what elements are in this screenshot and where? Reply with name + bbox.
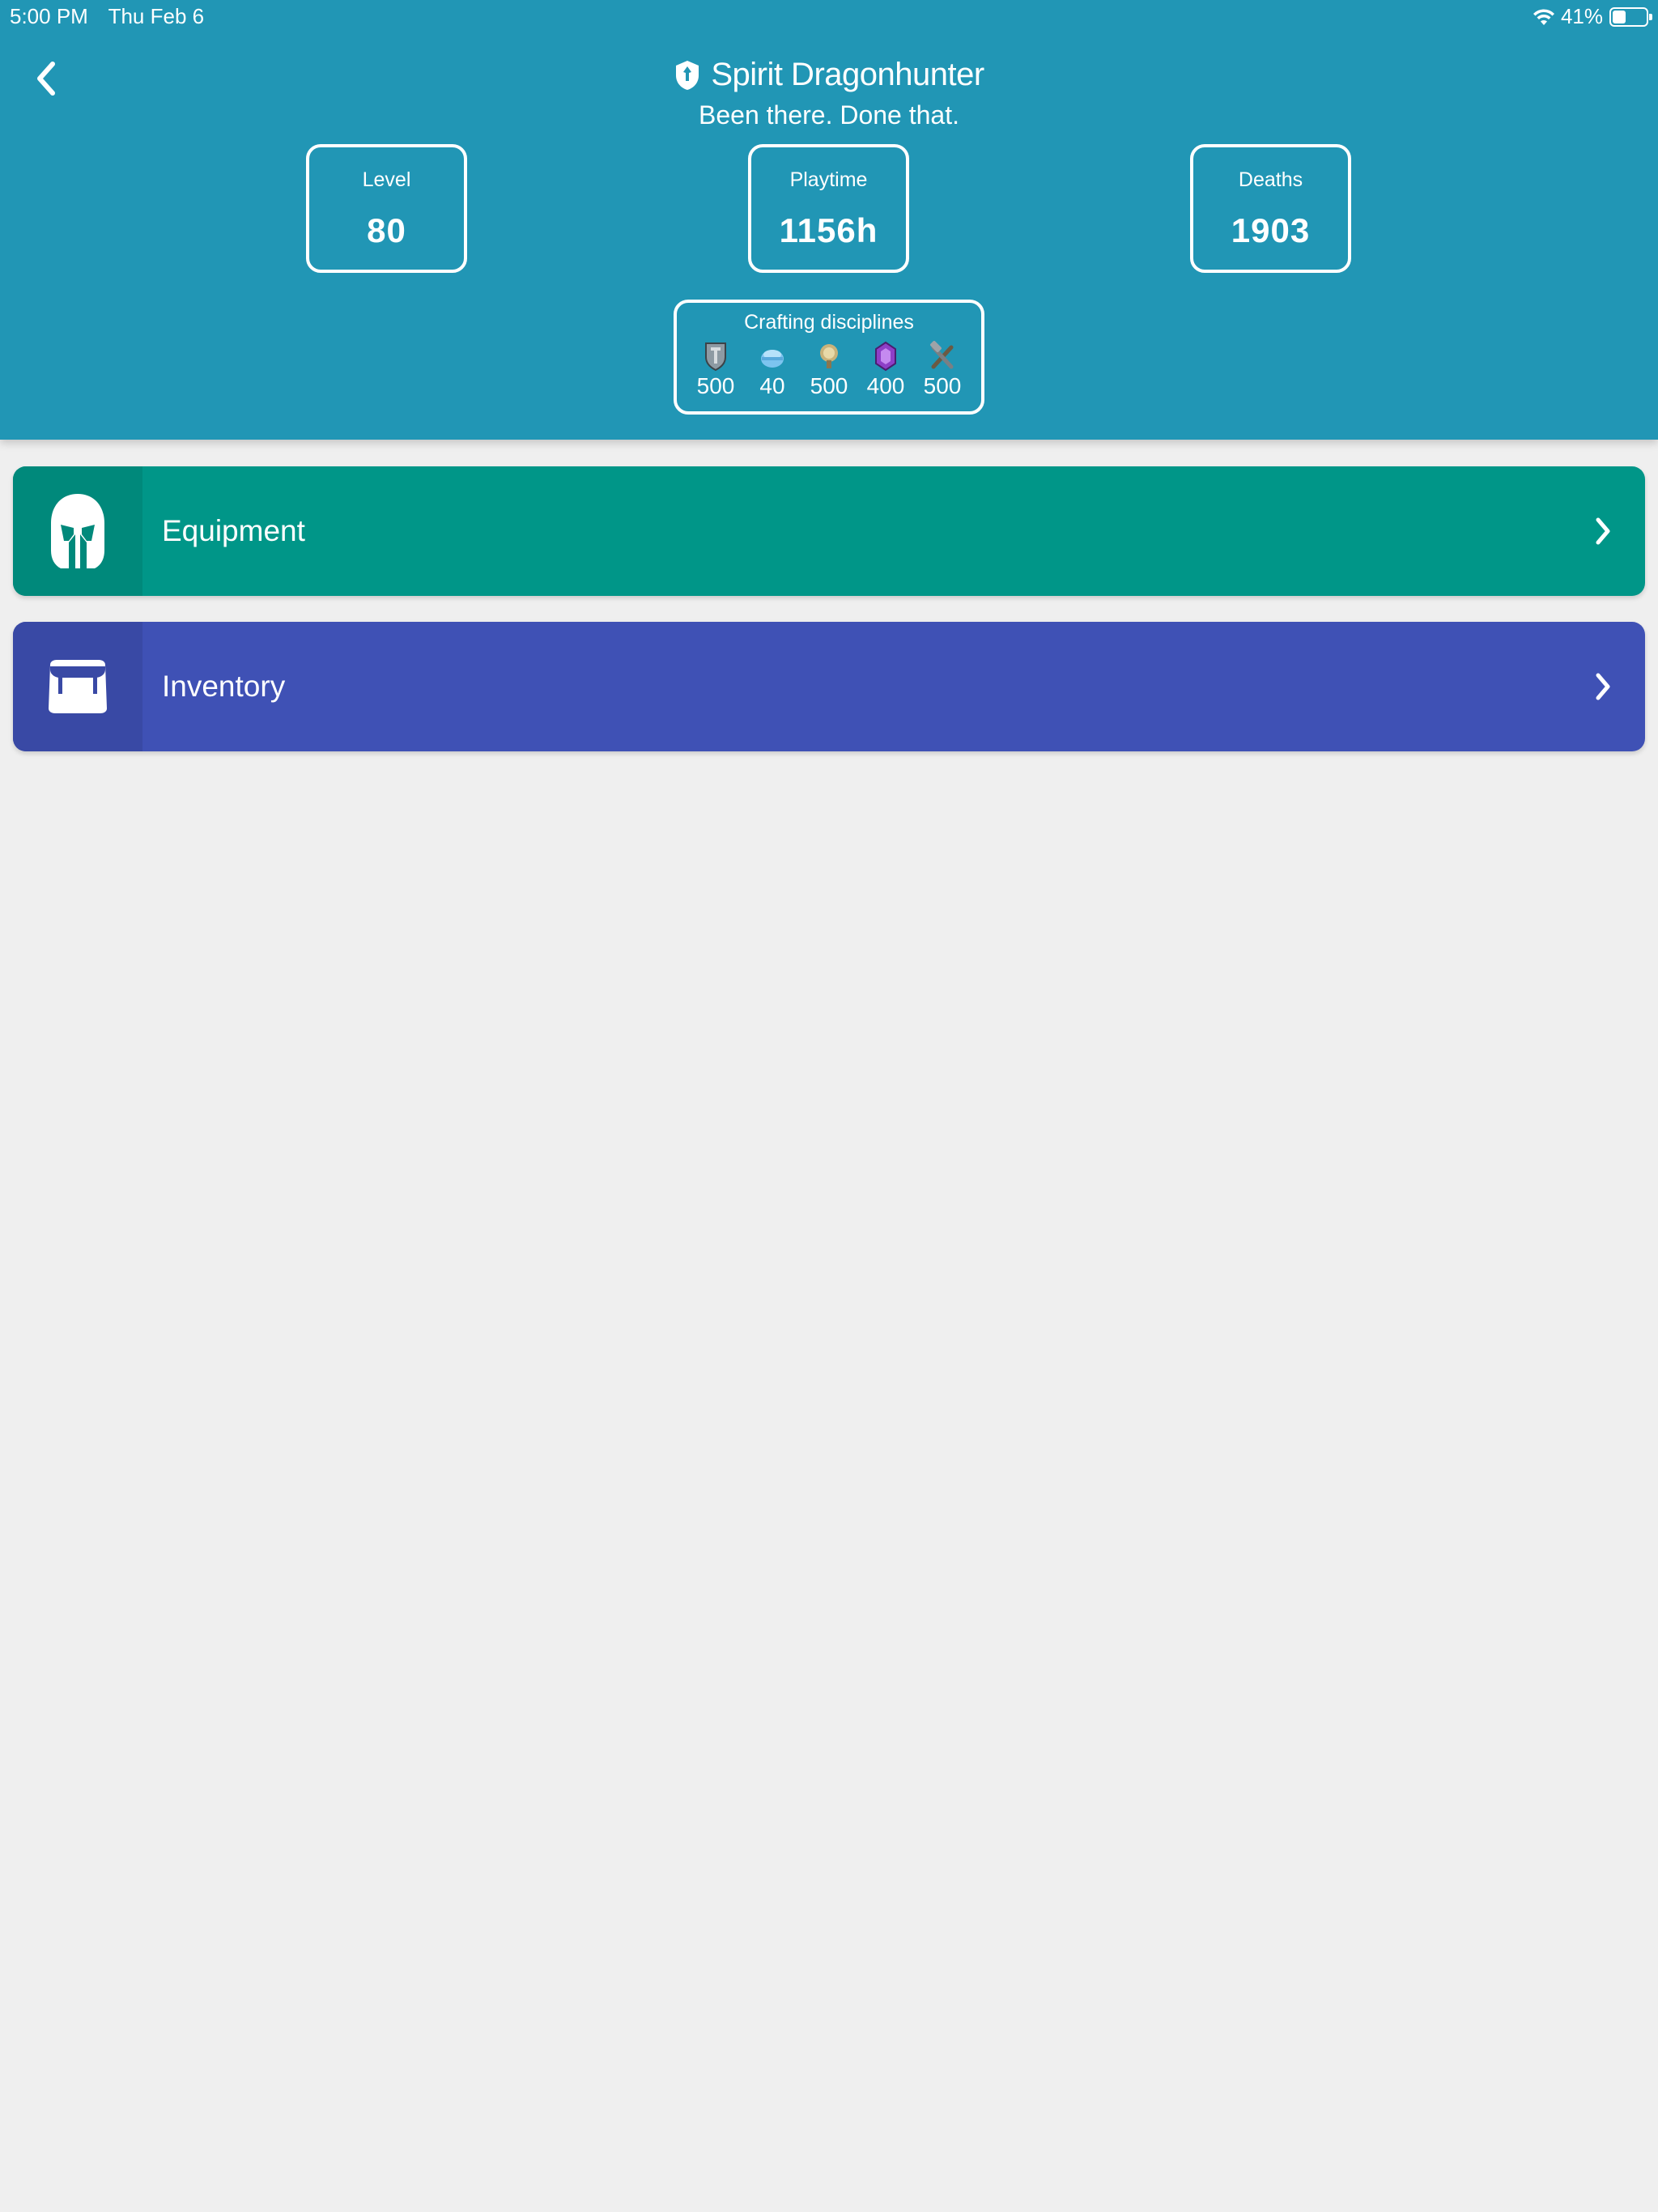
helmet-icon (51, 494, 104, 568)
inventory-icon-cell (13, 622, 142, 751)
huntsman-icon (820, 344, 838, 368)
playtime-value: 1156h (779, 211, 878, 249)
craft-armorsmith: 500 (687, 341, 744, 399)
status-bar: 5:00 PM Thu Feb 6 41% (0, 0, 1658, 34)
inventory-label: Inventory (162, 670, 286, 703)
bag-icon (49, 660, 107, 713)
weaponsmith-icon (930, 341, 954, 369)
crafting-title: Crafting disciplines (744, 311, 914, 334)
battery-percent: 41% (1560, 4, 1603, 28)
crafting-disciplines: Crafting disciplines 500 40 500 400 500 (674, 300, 984, 415)
chef-level: 40 (759, 373, 785, 398)
jeweler-level: 400 (866, 373, 905, 398)
equipment-button[interactable]: Equipment (13, 466, 1645, 596)
title-row: Spirit Dragonhunter (0, 57, 1658, 93)
playtime-stat: Playtime 1156h (748, 144, 909, 273)
level-value: 80 (367, 211, 406, 249)
dragonhunter-icon (676, 60, 699, 90)
deaths-value: 1903 (1231, 211, 1311, 249)
armorsmith-level: 500 (696, 373, 735, 398)
chef-icon (761, 350, 784, 368)
jeweler-icon (875, 341, 896, 372)
deaths-stat: Deaths 1903 (1190, 144, 1351, 273)
level-stat: Level 80 (306, 144, 467, 273)
craft-chef: 40 (744, 341, 801, 399)
status-time: 5:00 PM (10, 4, 88, 28)
deaths-label: Deaths (1238, 168, 1303, 191)
equipment-label: Equipment (162, 514, 305, 547)
character-name: Spirit Dragonhunter (711, 57, 984, 92)
craft-weaponsmith: 500 (914, 341, 971, 399)
chevron-right-icon (1579, 662, 1627, 711)
armorsmith-icon (705, 342, 726, 372)
equipment-icon-cell (13, 466, 142, 596)
character-header: 5:00 PM Thu Feb 6 41% Spirit Dragonhunte… (0, 0, 1658, 440)
status-date: Thu Feb 6 (108, 4, 205, 28)
inventory-button[interactable]: Inventory (13, 622, 1645, 751)
wifi-icon (1533, 8, 1554, 25)
huntsman-level: 500 (810, 373, 848, 398)
character-subtitle: Been there. Done that. (699, 100, 959, 130)
level-label: Level (362, 168, 411, 191)
chevron-right-icon (1579, 507, 1627, 555)
playtime-label: Playtime (789, 168, 868, 191)
battery-icon (1609, 6, 1652, 27)
craft-huntsman: 500 (801, 341, 857, 399)
battery-fill (1613, 10, 1626, 23)
craft-jeweler: 400 (857, 341, 914, 399)
weaponsmith-level: 500 (923, 373, 962, 398)
